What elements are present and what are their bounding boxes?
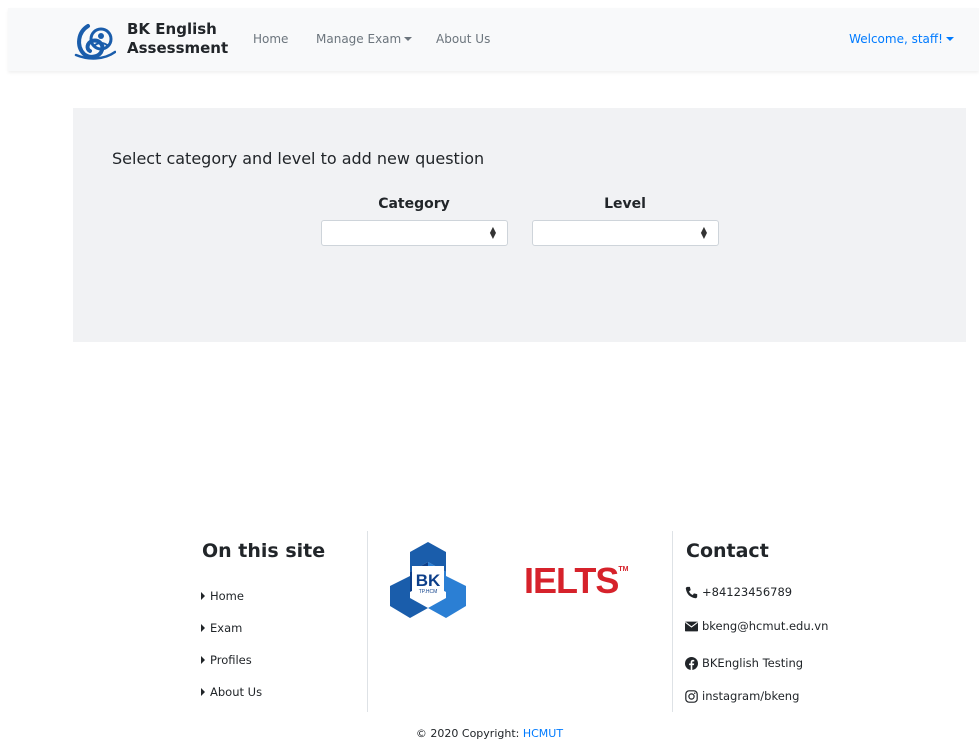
contact-facebook[interactable]: BKEnglish Testing	[685, 656, 803, 670]
caret-down-icon	[946, 37, 954, 41]
footer-divider	[672, 531, 673, 712]
footer-divider	[367, 531, 368, 712]
caret-right-icon	[201, 656, 205, 664]
caret-right-icon	[201, 688, 205, 696]
footer-contact-title: Contact	[686, 540, 769, 562]
phone-icon	[685, 586, 698, 598]
ielts-logo-text: IELTS	[524, 560, 619, 601]
envelope-icon	[685, 621, 698, 631]
nav-home-link[interactable]: Home	[253, 32, 288, 46]
contact-email[interactable]: bkeng@hcmut.edu.vn	[685, 619, 828, 633]
panel-title: Select category and level to add new que…	[112, 149, 485, 168]
caret-down-icon	[404, 37, 413, 41]
footer-link-label: Profiles	[210, 653, 252, 667]
user-menu-dropdown[interactable]: Welcome, staff!	[849, 32, 954, 46]
contact-email-text: bkeng@hcmut.edu.vn	[702, 619, 829, 633]
contact-facebook-text: BKEnglish Testing	[702, 656, 804, 670]
brand-logo-icon[interactable]	[74, 22, 116, 60]
footer-link-label: Exam	[210, 621, 243, 635]
footer-link-label: Home	[210, 589, 244, 603]
nav-manage-exam-dropdown[interactable]: Manage Exam	[316, 32, 413, 46]
add-question-panel: Select category and level to add new que…	[73, 108, 966, 342]
bk-university-logo: BK TP.HCM	[390, 542, 466, 618]
level-select[interactable]: ▲ ▼	[532, 220, 719, 246]
caret-right-icon	[201, 624, 205, 632]
footer-link-label: About Us	[210, 685, 263, 699]
nav-about-link[interactable]: About Us	[436, 32, 490, 46]
bk-logo-text: BK	[416, 571, 441, 590]
nav-manage-exam-label: Manage Exam	[316, 32, 402, 46]
copyright-text: © 2020 Copyright:	[415, 727, 523, 740]
copyright-link[interactable]: HCMUT	[523, 727, 563, 740]
contact-instagram-text: instagram/bkeng	[702, 689, 800, 703]
contact-phone-text: +84123456789	[702, 585, 793, 599]
ielts-logo: IELTSTM	[524, 560, 628, 602]
footer-link-profiles[interactable]: Profiles	[201, 653, 252, 667]
select-arrows-icon: ▲ ▼	[489, 225, 496, 240]
category-select[interactable]: ▲ ▼	[321, 220, 508, 246]
brand-line-1: BK English	[127, 20, 217, 38]
caret-right-icon	[201, 592, 205, 600]
footer-link-home[interactable]: Home	[201, 589, 244, 603]
contact-phone: +84123456789	[685, 585, 792, 599]
bk-logo-sub: TP.HCM	[419, 589, 438, 595]
select-arrows-icon: ▲ ▼	[700, 225, 707, 240]
instagram-icon	[685, 689, 698, 703]
welcome-label: Welcome, staff!	[849, 32, 943, 46]
brand-line-2: Assessment	[127, 39, 229, 57]
level-label: Level	[604, 196, 646, 212]
copyright: © 2020 Copyright: HCMUT	[0, 727, 979, 740]
brand-name[interactable]: BK English Assessment	[127, 20, 228, 58]
facebook-icon	[685, 656, 698, 670]
ielts-tm: TM	[618, 566, 629, 573]
footer-link-exam[interactable]: Exam	[201, 621, 242, 635]
contact-instagram[interactable]: instagram/bkeng	[685, 689, 799, 703]
category-label: Category	[378, 196, 450, 212]
footer-site-title: On this site	[202, 540, 326, 562]
footer-link-about[interactable]: About Us	[201, 685, 262, 699]
navbar: BK English Assessment Home Manage Exam A…	[8, 8, 979, 71]
